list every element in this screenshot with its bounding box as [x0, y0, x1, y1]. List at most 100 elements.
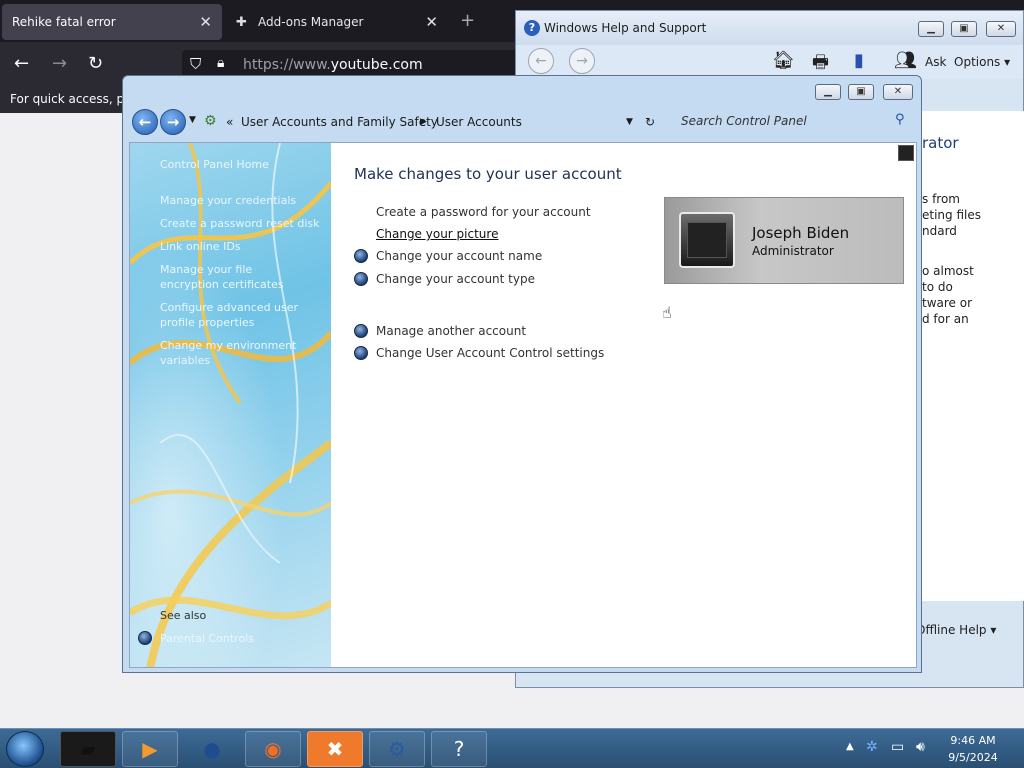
- help-body-text: tware or: [922, 296, 973, 310]
- puzzle-icon: ✚: [236, 15, 247, 30]
- help-button[interactable]: [898, 145, 914, 161]
- options-button[interactable]: Options ▾: [954, 55, 1010, 69]
- help-body-text: ndard: [922, 224, 957, 238]
- taskbar-app-terminal[interactable]: ▰: [60, 731, 116, 767]
- taskbar-app-media-player[interactable]: ▶: [122, 731, 178, 767]
- control-panel-home-link[interactable]: Control Panel Home: [160, 157, 269, 172]
- maximize-button[interactable]: ▣: [951, 21, 977, 37]
- breadcrumb-user-accounts-family-safety[interactable]: User Accounts and Family Safety: [241, 115, 438, 129]
- help-body-text: to do: [922, 280, 953, 294]
- close-icon[interactable]: ✕: [199, 13, 212, 31]
- help-body-text: eting files: [922, 208, 981, 222]
- environment-variables-link[interactable]: Change my environment variables: [160, 338, 310, 368]
- shield-icon: [354, 346, 368, 360]
- control-panel-icon: ⚙: [204, 113, 217, 129]
- url-text[interactable]: https://www.youtube.com: [243, 57, 423, 73]
- breadcrumb-root[interactable]: «: [226, 115, 233, 129]
- back-icon[interactable]: ←: [528, 48, 554, 74]
- help-titlebar[interactable]: ? Windows Help and Support ▁ ▣ ✕: [516, 11, 1023, 45]
- refresh-icon[interactable]: ↻: [645, 115, 655, 129]
- advanced-profile-link[interactable]: Configure advanced user profile properti…: [160, 300, 310, 330]
- home-icon[interactable]: 🏠︎: [772, 50, 795, 71]
- lock-icon[interactable]: 🔒︎: [217, 55, 224, 71]
- create-password-link[interactable]: Create a password for your account: [376, 205, 591, 219]
- parental-controls-icon: [138, 631, 152, 645]
- search-icon[interactable]: ⚲: [895, 112, 905, 127]
- forward-button[interactable]: →: [160, 109, 186, 135]
- tray-display-icon[interactable]: ▭: [891, 739, 904, 755]
- task-pane: Make changes to your user account Create…: [332, 143, 916, 667]
- tab-label: Rehike fatal error: [12, 15, 116, 29]
- ask-icon[interactable]: 👥︎: [894, 50, 917, 71]
- help-body-text: d for an: [922, 312, 969, 326]
- control-panel-window: ▁ ▣ ✕ ← → ▼ ⚙ « User Accounts and Family…: [122, 75, 922, 673]
- tray-date[interactable]: 9/5/2024: [944, 751, 1002, 764]
- taskbar-app-firefox[interactable]: ◉: [245, 731, 301, 767]
- shield-icon: [354, 249, 368, 263]
- recent-pages-icon[interactable]: ▼: [189, 115, 196, 125]
- hand-cursor-icon: ☝: [662, 303, 672, 322]
- help-window-title: Windows Help and Support: [544, 21, 707, 35]
- close-button[interactable]: ✕: [986, 21, 1016, 37]
- tray-bluetooth-icon[interactable]: ✲: [866, 739, 878, 755]
- page-title: Make changes to your user account: [354, 165, 622, 183]
- search-input[interactable]: Search Control Panel: [681, 114, 807, 128]
- forward-icon[interactable]: →: [569, 48, 595, 74]
- shield-icon[interactable]: ⛉: [190, 55, 201, 73]
- see-also-label: See also: [160, 609, 207, 622]
- help-body-text: s from: [922, 192, 960, 206]
- shield-icon: [354, 272, 368, 286]
- cp-address-bar: ← → ▼ ⚙ « User Accounts and Family Safet…: [129, 106, 917, 142]
- taskbar-app-help[interactable]: ?: [431, 731, 487, 767]
- user-role: Administrator: [752, 244, 834, 258]
- taskbar-app-xampp[interactable]: ✖: [307, 731, 363, 767]
- left-nav-pane: Control Panel Home Manage your credentia…: [130, 143, 331, 667]
- show-hidden-icons[interactable]: ▲: [846, 741, 854, 752]
- tray-time[interactable]: 9:46 AM: [944, 734, 1002, 747]
- back-button[interactable]: ←: [132, 109, 158, 135]
- parental-controls-link[interactable]: Parental Controls: [160, 631, 254, 646]
- cp-content: Control Panel Home Manage your credentia…: [129, 142, 917, 668]
- close-icon[interactable]: ✕: [425, 13, 438, 31]
- taskbar: ▰ ▶ ● ◉ ✖ ⚙ ? ▲ ✲ ▭ 🔊︎ 9:46 AM 9/5/2024: [0, 728, 1024, 768]
- password-reset-disk-link[interactable]: Create a password reset disk: [160, 216, 320, 231]
- change-picture-link[interactable]: Change your picture: [376, 227, 498, 241]
- minimize-button[interactable]: ▁: [918, 21, 944, 37]
- close-button[interactable]: ✕: [883, 84, 913, 100]
- cp-titlebar[interactable]: ▁ ▣ ✕: [123, 76, 921, 106]
- ask-button[interactable]: Ask: [925, 55, 946, 69]
- avatar: [679, 212, 735, 268]
- taskbar-app-control-panel[interactable]: ⚙: [369, 731, 425, 767]
- new-tab-icon[interactable]: +: [460, 10, 475, 31]
- shield-icon: [354, 324, 368, 338]
- avatar-image: [687, 222, 727, 258]
- browse-help-icon[interactable]: ▮: [854, 50, 864, 71]
- tray-volume-icon[interactable]: 🔊︎: [916, 739, 925, 755]
- file-encryption-link[interactable]: Manage your file encryption certificates: [160, 262, 310, 292]
- help-body-text: o almost: [922, 264, 974, 278]
- manage-credentials-link[interactable]: Manage your credentials: [160, 193, 296, 208]
- taskbar-app-globe[interactable]: ●: [184, 731, 240, 767]
- reload-icon[interactable]: ↻: [88, 53, 103, 74]
- back-icon[interactable]: ←: [14, 53, 29, 74]
- change-account-name-link[interactable]: Change your account name: [376, 249, 542, 263]
- breadcrumb-separator-icon[interactable]: ▶: [420, 117, 427, 127]
- tab-rehike-fatal-error[interactable]: Rehike fatal error ✕: [2, 4, 222, 40]
- manage-another-account-link[interactable]: Manage another account: [376, 324, 526, 338]
- breadcrumb-user-accounts[interactable]: User Accounts: [436, 115, 522, 129]
- forward-icon[interactable]: →: [52, 53, 67, 74]
- offline-help-button[interactable]: Offline Help ▾: [916, 623, 996, 637]
- tab-addons-manager[interactable]: ✚ Add-ons Manager ✕: [226, 4, 448, 40]
- uac-settings-link[interactable]: Change User Account Control settings: [376, 346, 604, 360]
- start-button[interactable]: [6, 731, 44, 767]
- maximize-button[interactable]: ▣: [848, 84, 874, 100]
- help-icon: ?: [524, 20, 540, 36]
- user-name: Joseph Biden: [752, 224, 850, 242]
- link-online-ids-link[interactable]: Link online IDs: [160, 239, 241, 254]
- minimize-button[interactable]: ▁: [815, 84, 841, 100]
- help-body-text: rator: [922, 134, 959, 152]
- tab-label: Add-ons Manager: [258, 15, 364, 29]
- user-account-tile: Joseph Biden Administrator: [664, 197, 904, 284]
- address-dropdown-icon[interactable]: ▼: [626, 117, 633, 127]
- change-account-type-link[interactable]: Change your account type: [376, 272, 535, 286]
